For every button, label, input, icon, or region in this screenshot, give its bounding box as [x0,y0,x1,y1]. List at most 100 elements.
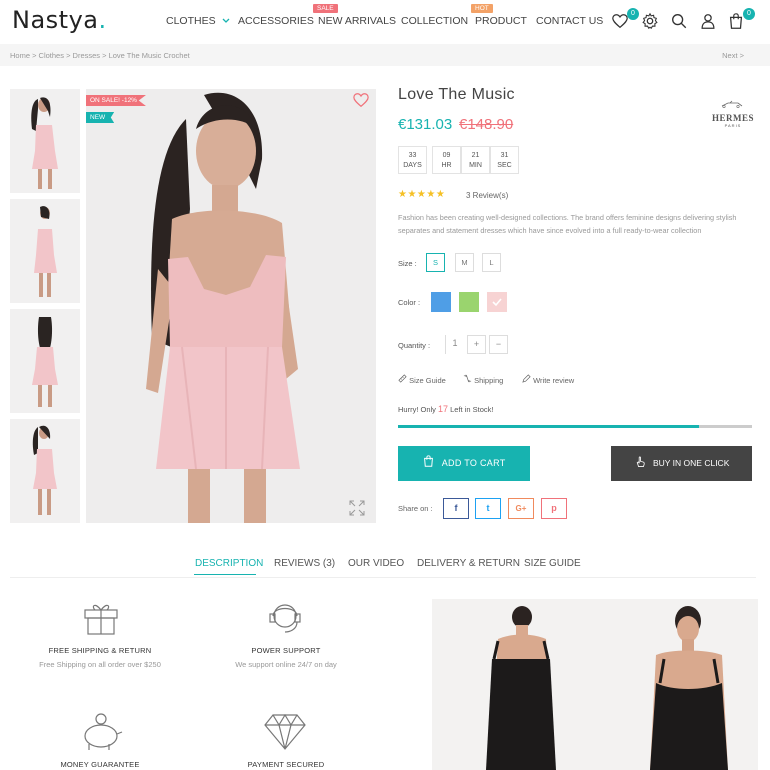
color-swatch-blue[interactable] [431,292,451,312]
feature-power-support-text: We support online 24/7 on day [235,660,337,669]
shipping-link[interactable]: Shipping [463,374,503,385]
model-photo [146,92,300,523]
thumbnail-3[interactable] [10,309,80,413]
review-count-link[interactable]: 3 Review(s) [466,191,508,200]
new-tag: NEW [86,112,115,123]
nav-accessories[interactable]: ACCESSORIES [238,15,314,27]
pointer-hand-icon [636,456,645,467]
add-to-cart-label: ADD TO CART [441,458,506,468]
logo-dot: . [98,6,107,34]
countdown-days: 33 DAYS [398,146,427,174]
countdown-minutes-unit: MIN [469,162,482,169]
nav-contact-us[interactable]: CONTACT US [536,15,603,27]
buy-in-one-click-button[interactable]: BUY IN ONE CLICK [611,446,752,481]
sale-badge: SALE [313,4,338,13]
size-option-s[interactable]: S [426,253,445,272]
buy-in-one-click-label: BUY IN ONE CLICK [653,458,730,468]
tab-delivery-return[interactable]: DELIVERY & RETURN [417,558,520,569]
nav-clothes[interactable]: CLOTHES [166,15,230,27]
gift-box-icon [84,604,118,635]
original-price: €148.90 [459,116,514,133]
size-option-l[interactable]: L [482,253,501,272]
hot-badge: HOT [471,4,493,13]
countdown-seconds-value: 31 [500,152,509,159]
breadcrumb-path[interactable]: Home > Clothes > Dresses > Love The Musi… [10,51,190,60]
countdown-hours-value: 09 [442,152,451,159]
shipping-arrows-icon [463,374,472,383]
nav-clothes-label: CLOTHES [166,15,216,27]
stock-progress-fill [398,425,699,428]
tab-reviews[interactable]: REVIEWS (3) [274,558,335,569]
nav-collection[interactable]: COLLECTION [401,15,468,27]
expand-icon[interactable] [348,499,366,517]
googleplus-share-button[interactable]: G+ [508,498,534,519]
nav-new-arrivals[interactable]: SALE NEW ARRIVALS [313,4,396,27]
thumbnail-1[interactable] [10,89,80,193]
pencil-icon [522,374,531,383]
stock-notice-prefix: Hurry! Only [398,405,436,414]
stock-notice-suffix: Left in Stock! [450,405,494,414]
thumbnail-4[interactable] [10,419,80,523]
share-label: Share on : [398,504,433,513]
stock-notice: Hurry! Only 17 Left in Stock! [398,404,493,414]
brand-name: HERMES [712,113,755,123]
tab-size-guide[interactable]: SIZE GUIDE [524,558,581,569]
quantity-decrease-button[interactable]: − [489,335,508,354]
ruler-icon [398,374,407,383]
logo[interactable]: Nastya. [12,6,107,34]
cart-count-badge: 0 [743,8,755,20]
gear-icon[interactable] [641,12,659,30]
write-review-label: Write review [533,376,575,385]
size-option-m[interactable]: M [455,253,474,272]
countdown-seconds-unit: SEC [497,162,512,169]
diamond-icon [264,713,306,750]
color-swatch-green[interactable] [459,292,479,312]
check-icon [492,298,502,307]
thumbnail-2[interactable] [10,199,80,303]
nav-product[interactable]: HOT PRODUCT [471,4,527,27]
quantity-label: Quantity : [398,341,431,350]
add-to-cart-button[interactable]: ADD TO CART [398,446,530,481]
quantity-increase-button[interactable]: + [467,335,486,354]
wishlist-count-badge: 0 [627,8,639,20]
nav-product-label: PRODUCT [475,15,527,27]
breadcrumb: Home > Clothes > Dresses > Love The Musi… [0,44,770,66]
countdown-hours-unit: HR [441,162,452,169]
shopping-bag-icon [424,455,434,467]
rating-stars: ★★★★★ [398,189,446,200]
pinterest-share-button[interactable]: p [541,498,567,519]
countdown-minutes: 21 MIN [461,146,490,174]
thumbnail-2-image [34,206,57,297]
facebook-share-button[interactable]: f [443,498,469,519]
tab-description[interactable]: DESCRIPTION [195,558,263,569]
active-tab-indicator [194,574,256,575]
sale-price: €131.03 [398,116,453,133]
tab-our-video[interactable]: OUR VIDEO [348,558,404,569]
next-product-link[interactable]: Next > [722,51,744,60]
brand-logo[interactable]: HERMES PARIS [712,95,754,128]
search-icon[interactable] [670,12,688,30]
countdown-seconds: 31 SEC [490,146,519,174]
thumbnail-4-image [32,425,57,515]
promo-banner-image[interactable] [432,599,758,770]
color-swatch-pink[interactable] [487,292,507,312]
carriage-icon [721,100,743,109]
size-guide-link[interactable]: Size Guide [398,374,446,385]
stock-progress-bar [398,425,752,428]
countdown-days-value: 33 [408,152,417,159]
promo-models-photo [486,606,728,770]
product-description: Fashion has been creating well-designed … [398,213,737,235]
main-product-image[interactable]: ON SALE! -12% NEW [86,89,376,523]
stock-count: 17 [438,404,449,414]
shipping-label: Shipping [474,376,504,385]
nav-new-arrivals-label: NEW ARRIVALS [318,15,396,27]
heart-icon[interactable] [352,92,370,108]
quantity-input[interactable]: 1 [445,335,464,354]
countdown-days-unit: DAYS [403,162,422,169]
feature-payment-secured-title: PAYMENT SECURED [247,760,325,769]
color-label: Color : [398,298,421,307]
user-icon[interactable] [699,12,717,30]
feature-money-guarantee-title: MONEY GUARANTEE [60,760,140,769]
twitter-share-button[interactable]: t [475,498,501,519]
write-review-link[interactable]: Write review [522,374,574,385]
